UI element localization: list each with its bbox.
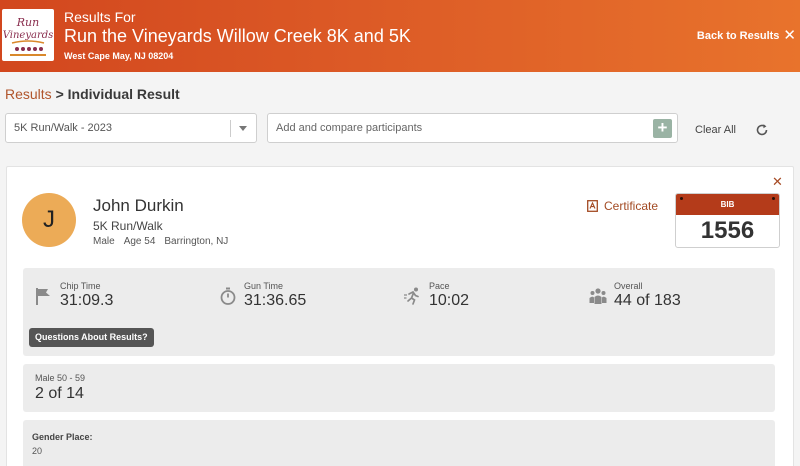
- participant-city: Barrington, NJ: [164, 236, 229, 247]
- plus-icon: +: [657, 118, 668, 137]
- back-to-results-button[interactable]: Back to Results ✕: [697, 28, 796, 43]
- stat-value: 31:36.65: [244, 292, 307, 309]
- gender-place-value: 20: [32, 446, 43, 456]
- division-place: 2 of 14: [35, 385, 84, 402]
- stat-label: Overall: [614, 281, 643, 291]
- compare-participants-field[interactable]: +: [267, 113, 678, 143]
- gender-place-label: Gender Place:: [32, 432, 93, 442]
- header-subtitle: Results For: [64, 9, 136, 25]
- certificate-icon: [587, 200, 598, 212]
- race-select[interactable]: 5K Run/Walk - 2023: [5, 113, 257, 143]
- participant-gender: Male: [93, 236, 115, 247]
- bib-card: BIB 1556: [675, 193, 780, 248]
- select-divider: [230, 120, 231, 137]
- clear-all-button[interactable]: Clear All: [695, 124, 736, 136]
- breadcrumb: Results > Individual Result: [5, 86, 180, 102]
- stat-value: 44 of 183: [614, 292, 681, 309]
- stat-label: Pace: [429, 281, 450, 291]
- race-select-value: 5K Run/Walk - 2023: [14, 122, 113, 134]
- participant-age: Age 54: [123, 236, 156, 247]
- svg-text:Run: Run: [16, 16, 39, 29]
- back-to-results-label: Back to Results: [696, 29, 780, 42]
- chevron-down-icon[interactable]: [239, 126, 247, 131]
- certificate-button[interactable]: Certificate: [587, 199, 658, 213]
- division-label: Male 50 - 59: [35, 373, 86, 383]
- event-location: West Cape May, NJ 08204: [64, 51, 174, 61]
- stat-value: 10:02: [429, 292, 470, 309]
- refresh-icon[interactable]: [755, 123, 769, 137]
- close-result-icon[interactable]: ✕: [772, 174, 783, 190]
- breadcrumb-current: Individual Result: [67, 86, 180, 102]
- event-header: Run Vineyards Results For Run the Vineya…: [0, 0, 800, 72]
- event-logo: Run Vineyards: [2, 9, 54, 61]
- bib-hole: [680, 197, 683, 200]
- bib-label: BIB: [720, 200, 735, 209]
- runner-icon: [404, 287, 419, 305]
- gender-place-panel: [23, 420, 775, 466]
- stopwatch-icon: [220, 287, 236, 305]
- stat-value: 31:09.3: [60, 292, 114, 309]
- participant-name: John Durkin: [93, 196, 184, 215]
- questions-about-results-button[interactable]: Questions About Results?: [29, 328, 154, 347]
- division-panel: [23, 364, 775, 412]
- breadcrumb-results-link[interactable]: Results: [5, 86, 52, 102]
- svg-text:Vineyards: Vineyards: [3, 30, 54, 41]
- stat-label: Chip Time: [60, 281, 101, 291]
- close-icon: ✕: [783, 27, 796, 44]
- avatar: J: [22, 193, 76, 247]
- event-title: Run the Vineyards Willow Creek 8K and 5K: [64, 26, 411, 46]
- add-participant-button[interactable]: +: [653, 119, 672, 138]
- breadcrumb-separator: >: [51, 86, 68, 102]
- certificate-label: Certificate: [604, 199, 659, 213]
- bib-header: BIB: [676, 194, 779, 215]
- bib-number: 1556: [700, 217, 755, 244]
- group-icon: [589, 288, 607, 304]
- compare-participants-input[interactable]: [268, 114, 648, 142]
- stat-label: Gun Time: [244, 281, 284, 291]
- participant-race: 5K Run/Walk: [93, 219, 163, 233]
- bib-hole: [772, 197, 775, 200]
- participant-meta: Male Age 54 Barrington, NJ: [93, 236, 237, 247]
- flag-icon: [36, 288, 50, 305]
